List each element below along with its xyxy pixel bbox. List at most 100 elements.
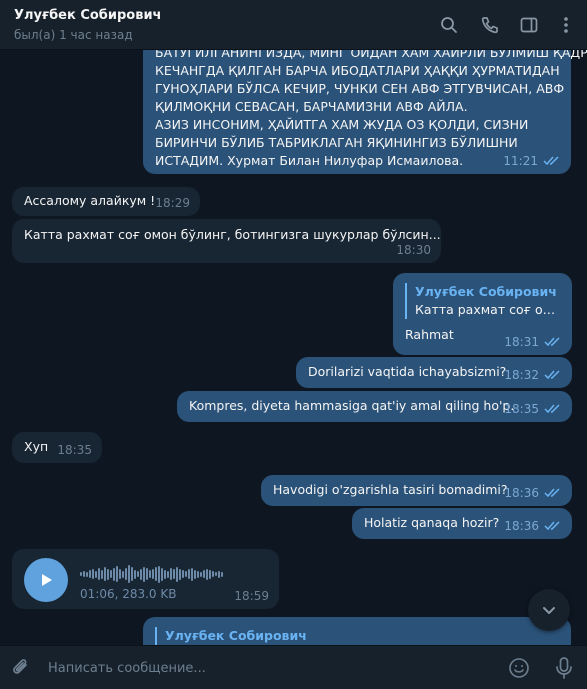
double-check-icon (543, 156, 559, 166)
waveform-bar (182, 570, 184, 578)
message-outgoing[interactable]: Holatiz qanaqa hozir? 18:36 (352, 508, 572, 539)
reply-author: Улуғбек Собирович (165, 628, 307, 643)
message-text-line: АЗИЗ ИНСОНИМ, ҲАЙИТГА ХАМ ЖУДА ОЗ ҚОЛДИ,… (155, 117, 529, 132)
double-check-icon (544, 521, 560, 531)
message-meta: 18:29 (155, 194, 190, 212)
message-outgoing[interactable]: Kompres, diyeta hammasiga qat'iy amal qi… (177, 391, 572, 422)
message-meta: 11:21 (503, 152, 561, 170)
double-check-icon (544, 488, 560, 498)
message-text: Dorilarizi vaqtida ichayabsizmi? (308, 364, 507, 379)
message-meta: 18:32 (504, 366, 562, 384)
message-meta: 18:36 (504, 484, 562, 502)
voice-waveform[interactable] (80, 561, 275, 587)
chat-header: Улуғбек Собирович был(а) 1 час назад (0, 0, 587, 50)
more-vertical-icon[interactable] (554, 13, 578, 37)
waveform-bar (110, 570, 112, 578)
waveform-bar (119, 569, 121, 579)
message-text-line: ГУНОҲЛАРИ БЎЛСА КЕЧИР, ЧУНКИ СЕН АВФ ЭТГ… (155, 81, 565, 96)
message-time: 18:35 (504, 402, 539, 416)
contact-name[interactable]: Улуғбек Собирович (14, 8, 161, 23)
phone-icon[interactable] (478, 13, 502, 37)
waveform-bar (191, 567, 193, 581)
waveform-bar (215, 572, 217, 576)
waveform-bar (206, 568, 208, 580)
waveform-bar (89, 570, 91, 578)
waveform-bar (197, 570, 199, 578)
emoji-icon[interactable] (508, 657, 530, 679)
message-outgoing-reply[interactable]: Улуғбек Собирович (143, 617, 571, 645)
reply-quote[interactable]: Улуғбек Собирович Катта рахмат соғ омон … (405, 283, 557, 319)
message-meta: 18:36 (504, 517, 562, 535)
waveform-bar (194, 569, 196, 579)
message-meta: 18:30 (396, 241, 431, 259)
waveform-bar (221, 571, 223, 577)
search-icon[interactable] (437, 13, 461, 37)
waveform-bar (86, 571, 88, 577)
scroll-down-button[interactable] (528, 589, 570, 631)
microphone-icon[interactable] (553, 656, 575, 680)
play-icon[interactable] (24, 558, 68, 602)
waveform-bar (212, 571, 214, 577)
message-text: Хуп (24, 439, 49, 454)
waveform-bar (134, 569, 136, 579)
waveform-bar (176, 566, 178, 582)
message-text: Ассалому алайкум ! (24, 193, 156, 208)
waveform-bar (173, 569, 175, 579)
waveform-bar (200, 571, 202, 577)
waveform-bar (158, 565, 160, 583)
message-text: Kompres, diyeta hammasiga qat'iy amal qi… (189, 398, 515, 413)
waveform-bar (101, 569, 103, 579)
waveform-bar (164, 569, 166, 579)
waveform-bar (113, 567, 115, 581)
contact-status: был(а) 1 час назад (14, 28, 133, 42)
message-input[interactable] (48, 656, 488, 680)
message-composer (0, 645, 587, 689)
message-meta: 18:35 (57, 441, 92, 459)
voice-message[interactable]: 01:06, 283.0 KB 18:59 (12, 549, 279, 609)
message-text-line: КЕЧАНГДА ҚИЛГАН БАРЧА ИБОДАТЛАРИ ҲАҚҚИ Ҳ… (155, 63, 560, 78)
message-outgoing[interactable]: Havodigi o'zgarishla tasiri bomadimi? 18… (261, 475, 572, 506)
message-time: 18:36 (504, 486, 539, 500)
double-check-icon (544, 370, 560, 380)
waveform-bar (146, 568, 148, 580)
message-incoming[interactable]: Катта рахмат соғ омон бўлинг, ботингизга… (12, 219, 441, 263)
message-meta: 18:35 (504, 400, 562, 418)
waveform-bar (95, 570, 97, 578)
message-meta: 18:31 (504, 333, 562, 351)
message-time: 18:30 (396, 243, 431, 257)
message-text-line: ИСТАДИМ. Хурмат Билан Нилуфар Исмаилова. (155, 153, 464, 168)
waveform-bar (179, 568, 181, 580)
voice-duration-size: 01:06, 283.0 KB (80, 587, 177, 601)
message-outgoing[interactable]: БАТУГИЛГАНИНГИЗДА, МИНГ ОИДАН ХАМ ХАИРЛИ… (143, 50, 587, 174)
message-text-line: ҚИЛМОҚНИ СЕВАСАН, БАРЧАМИЗНИ АВФ АЙЛА. (155, 99, 468, 114)
sidebar-toggle-icon[interactable] (517, 13, 541, 37)
reply-author: Улуғбек Собирович (415, 284, 557, 299)
paperclip-icon[interactable] (10, 657, 32, 679)
waveform-bar (188, 569, 190, 579)
message-time: 18:36 (504, 519, 539, 533)
waveform-bar (131, 567, 133, 581)
message-text: Holatiz qanaqa hozir? (364, 515, 500, 530)
waveform-bar (152, 569, 154, 579)
waveform-bar (83, 571, 85, 577)
waveform-bar (218, 570, 220, 578)
message-outgoing-reply[interactable]: Улуғбек Собирович Катта рахмат соғ омон … (393, 273, 572, 355)
waveform-bar (104, 567, 106, 581)
message-meta: 18:59 (234, 587, 269, 605)
waveform-bar (203, 570, 205, 578)
message-outgoing[interactable]: Dorilarizi vaqtida ichayabsizmi? 18:32 (296, 357, 572, 388)
waveform-bar (209, 569, 211, 579)
waveform-bar (116, 566, 118, 582)
double-check-icon (544, 404, 560, 414)
message-list[interactable]: БАТУГИЛГАНИНГИЗДА, МИНГ ОИДАН ХАМ ХАИРЛИ… (0, 50, 587, 645)
waveform-bar (161, 567, 163, 581)
message-incoming[interactable]: Ассалому алайкум ! 18:29 (12, 187, 200, 216)
message-time: 18:59 (234, 589, 269, 603)
waveform-bar (92, 569, 94, 579)
message-text-line: БИРИНЧИ БЎЛИБ ТАБРИКЛАГАН ЯҚИНИНГИЗ БЎЛИ… (155, 135, 518, 150)
reply-quote[interactable]: Улуғбек Собирович (155, 627, 559, 645)
message-time: 18:32 (504, 368, 539, 382)
message-incoming[interactable]: Хуп 18:35 (12, 432, 102, 463)
waveform-bar (155, 567, 157, 581)
message-time: 18:29 (155, 196, 190, 210)
